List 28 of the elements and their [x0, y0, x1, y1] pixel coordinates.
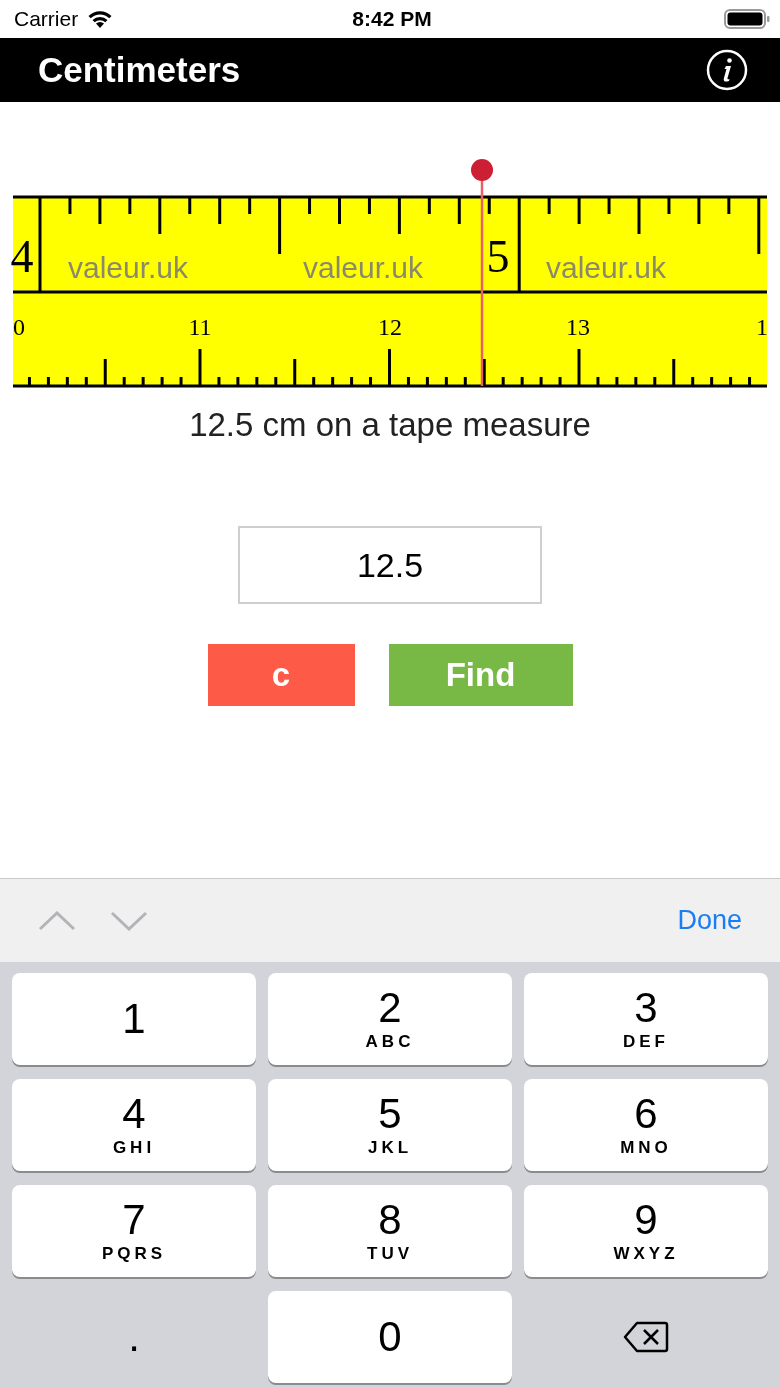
value-field[interactable]: 12.5 [238, 526, 542, 604]
centimeter-number: 11 [188, 314, 212, 340]
keypad-key[interactable]: 1 [12, 973, 256, 1065]
brand-label: valeur.uk [302, 251, 424, 284]
keypad-key[interactable]: 9 WXYZ [524, 1185, 768, 1277]
keypad-key[interactable]: 3 DEF [524, 973, 768, 1065]
keypad-key[interactable]: 4 GHI [12, 1079, 256, 1171]
screen-title: Centimeters [38, 50, 241, 90]
brand-label: valeur.uk [545, 251, 667, 284]
backspace-icon[interactable] [623, 1321, 669, 1353]
brand-label: valeur.uk [67, 251, 189, 284]
keypad-key[interactable]: 7 PQRS [12, 1185, 256, 1277]
keypad-key[interactable]: 5 JKL [268, 1079, 512, 1171]
keypad-key[interactable]: 6 MNO [524, 1079, 768, 1171]
time-label: 8:42 PM [351, 7, 433, 31]
battery-icon [724, 8, 770, 30]
carrier-label: Carrier [14, 7, 79, 31]
centimeter-number: 0 [13, 314, 25, 340]
centimeter-number: 13 [566, 314, 590, 340]
centimeter-number: 1 [756, 314, 768, 340]
inch-number: 5 [486, 231, 510, 282]
keypad-key[interactable]: 8 TUV [268, 1185, 512, 1277]
keypad-key[interactable]: 2 ABC [268, 973, 512, 1065]
info-icon[interactable] [706, 49, 748, 91]
keypad-key[interactable]: . [12, 1291, 256, 1383]
keypad-key[interactable]: 0 [268, 1291, 512, 1383]
centimeter-number: 12 [378, 314, 402, 340]
tape-caption: 12.5 cm on a tape measure [188, 406, 592, 444]
